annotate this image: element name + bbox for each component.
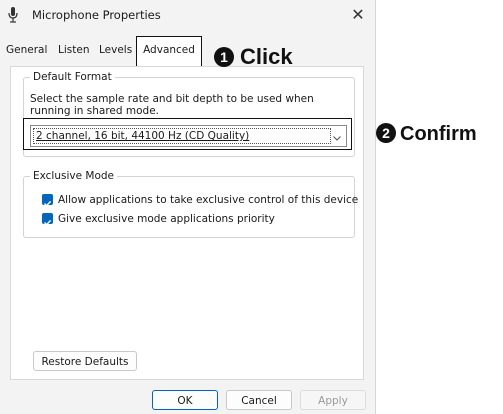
sample-rate-value: 2 channel, 16 bit, 44100 Hz (CD Quality) — [36, 130, 250, 142]
allow-exclusive-label[interactable]: Allow applications to take exclusive con… — [58, 194, 358, 206]
exclusive-mode-group: Exclusive Mode — [23, 170, 355, 238]
cancel-button[interactable]: Cancel — [226, 390, 292, 410]
checkmark-icon — [44, 200, 52, 207]
step1-label: Click — [240, 44, 293, 69]
allow-exclusive-checkbox[interactable] — [42, 194, 53, 207]
exclusive-priority-label[interactable]: Give exclusive mode applications priorit… — [58, 213, 275, 225]
sample-rate-select[interactable]: 2 channel, 16 bit, 44100 Hz (CD Quality) — [30, 125, 347, 147]
exclusive-mode-legend: Exclusive Mode — [30, 170, 118, 182]
step1-badge: 1 — [214, 47, 234, 67]
tab-levels[interactable]: Levels — [99, 44, 133, 62]
ok-button[interactable]: OK — [152, 390, 218, 410]
step2-label: Confirm — [400, 123, 477, 145]
checkmark-icon — [44, 219, 52, 226]
title-bar: Microphone Properties ✕ — [0, 0, 375, 30]
tab-advanced[interactable]: Advanced — [136, 36, 202, 69]
apply-button[interactable]: Apply — [300, 390, 366, 410]
select-focus-rect: 2 channel, 16 bit, 44100 Hz (CD Quality) — [33, 128, 331, 144]
tab-listen[interactable]: Listen — [58, 44, 89, 62]
step2-badge: 2 — [376, 123, 396, 143]
step2-annotation: 2 Confirm — [376, 123, 477, 146]
exclusive-priority-checkbox[interactable] — [42, 213, 53, 226]
step1-annotation: 1 Click — [214, 44, 293, 70]
tab-general[interactable]: General — [6, 44, 47, 62]
default-format-description: Select the sample rate and bit depth to … — [30, 93, 314, 117]
close-icon[interactable]: ✕ — [346, 4, 370, 26]
restore-defaults-button[interactable]: Restore Defaults — [33, 351, 137, 371]
chevron-down-icon[interactable] — [332, 129, 342, 141]
window-title: Microphone Properties — [32, 8, 161, 22]
microphone-icon — [8, 7, 18, 23]
default-format-legend: Default Format — [30, 71, 115, 83]
properties-dialog: Microphone Properties ✕ General Listen L… — [0, 0, 376, 414]
